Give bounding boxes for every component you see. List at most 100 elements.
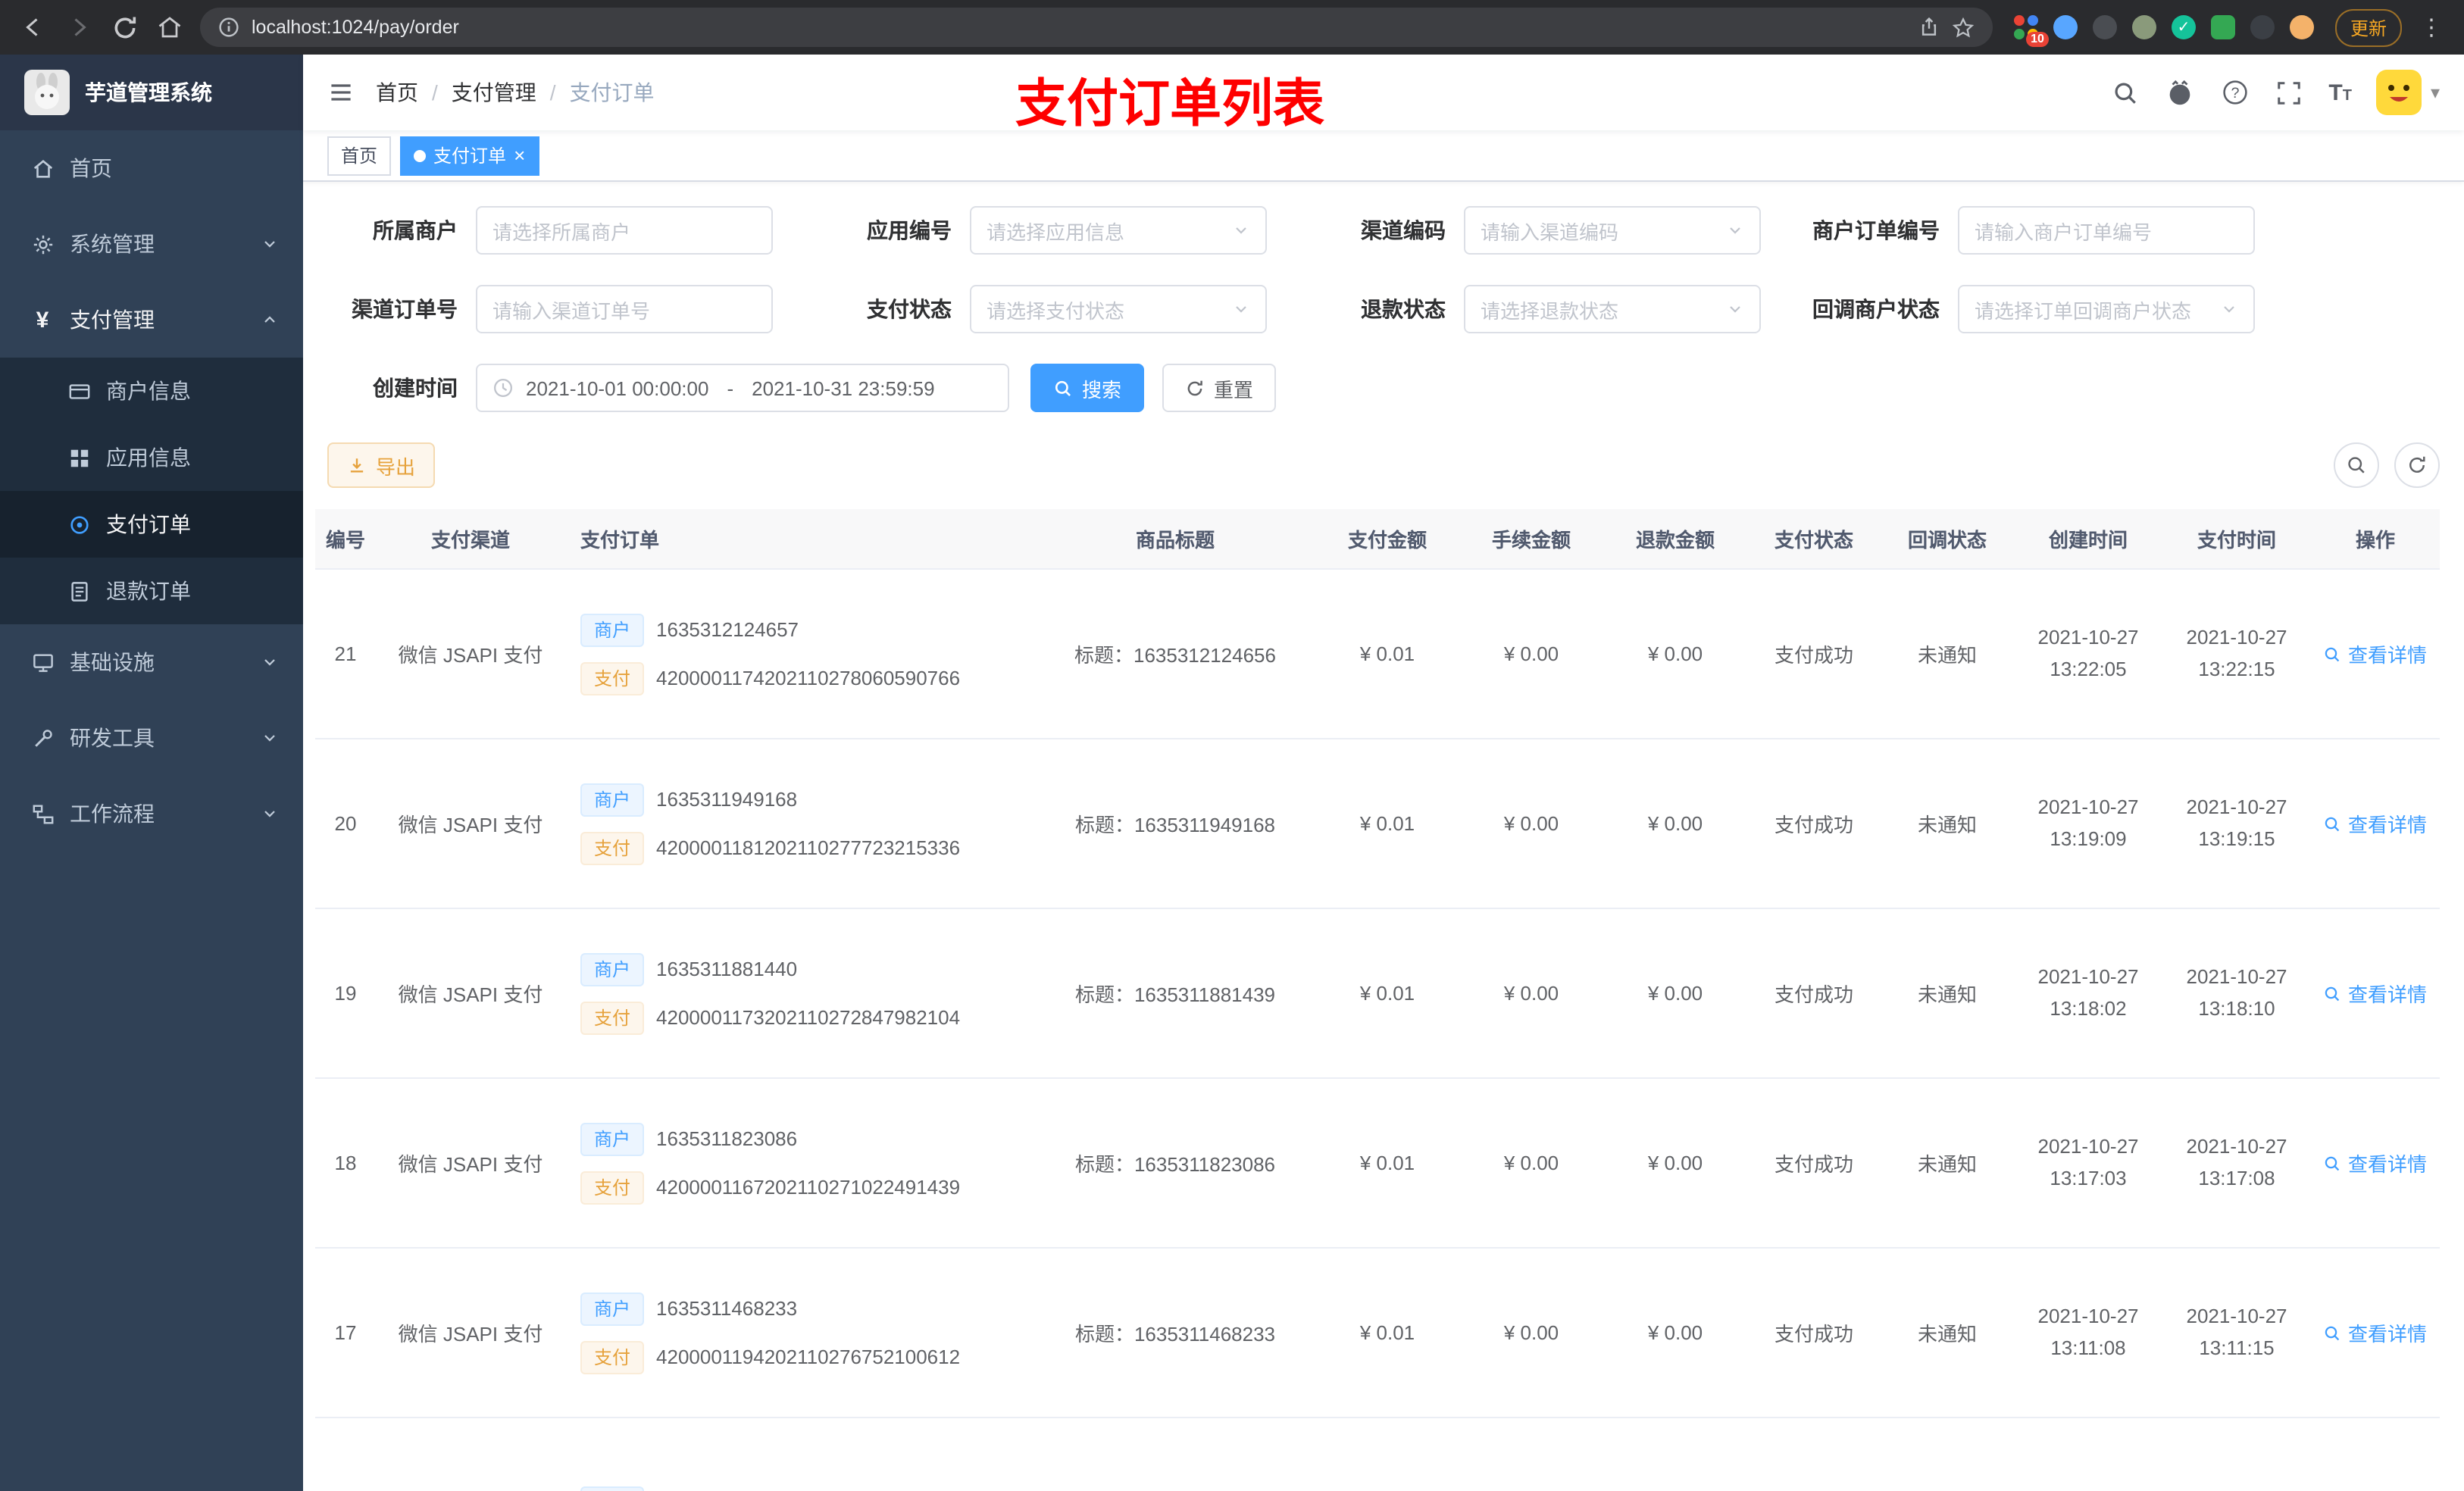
extension-olive-icon[interactable] — [2131, 15, 2156, 39]
view-detail-link[interactable]: 查看详情 — [2324, 1149, 2427, 1177]
create-time-range-input[interactable]: 2021-10-01 00:00:00 - 2021-10-31 23:59:5… — [476, 364, 1009, 412]
tab-home[interactable]: 首页 — [327, 136, 392, 175]
sidebar-item-app-info[interactable]: 应用信息 — [0, 424, 303, 491]
toolbar-right — [2334, 442, 2440, 488]
tab-pay-order[interactable]: 支付订单 × — [400, 136, 539, 175]
merchant-tag: 商户 — [580, 1292, 645, 1325]
sidebar-item-refund-order[interactable]: 退款订单 — [0, 558, 303, 624]
breadcrumb-home[interactable]: 首页 — [376, 77, 418, 108]
channel-order-no-input[interactable]: 请输入渠道订单号 — [476, 285, 773, 333]
sidebar-item-infra[interactable]: 基础设施 — [0, 624, 303, 700]
sidebar-toggle-icon[interactable] — [327, 79, 355, 106]
browser-update-button[interactable]: 更新 — [2334, 8, 2402, 46]
extension-check-icon[interactable]: ✓ — [2171, 15, 2196, 39]
pay-tag: 支付 — [580, 1340, 645, 1374]
search-icon[interactable] — [2110, 77, 2140, 108]
screen: localhost:1024/pay/order 10 ✓ 更新 ⋮ 芋道管理系… — [0, 0, 2464, 1491]
sidebar-item-merchant-info[interactable]: 商户信息 — [0, 358, 303, 424]
user-menu[interactable]: ▾ — [2375, 70, 2440, 115]
table-row-partial: 商户 — [315, 1418, 2440, 1491]
extension-avatar-icon[interactable] — [2289, 15, 2314, 39]
view-detail-link[interactable]: 查看详情 — [2324, 809, 2427, 838]
filter-merchant-order-no: 商户订单编号 请输入商户订单编号 — [1809, 206, 2255, 255]
document-icon — [67, 579, 91, 603]
help-icon[interactable]: ? — [2219, 77, 2250, 108]
sidebar-item-home[interactable]: 首页 — [0, 130, 303, 206]
sidebar: 芋道管理系统 首页 系统管理 ¥ 支付管理 商户信息 应用信息 支付订单 退款订… — [0, 55, 303, 1491]
app-logo[interactable]: 芋道管理系统 — [0, 55, 303, 130]
tags-view: 首页 支付订单 × — [303, 130, 2464, 182]
table-row: 21 微信 JSAPI 支付 商户 1635312124657 支付 4200001… — [315, 570, 2440, 739]
chevron-down-icon — [2220, 300, 2238, 318]
filter-row-2: 渠道订单号 请输入渠道订单号 支付状态 请选择支付状态 退款状态 请选择退款状态… — [327, 285, 2440, 333]
chevron-down-icon — [261, 653, 279, 671]
pay-tag: 支付 — [580, 661, 645, 695]
channel-code-select[interactable]: 请输入渠道编码 — [1464, 206, 1761, 255]
fullscreen-icon[interactable] — [2274, 77, 2304, 108]
merchant-tag: 商户 — [580, 952, 645, 986]
reload-icon[interactable] — [109, 12, 139, 42]
table-toolbar: 导出 — [327, 442, 2440, 488]
chevron-down-icon — [1726, 300, 1744, 318]
pay-tag: 支付 — [580, 1001, 645, 1034]
chevron-down-icon — [261, 805, 279, 823]
monitor-icon — [30, 650, 55, 674]
filter-merchant: 所属商户 请选择所属商户 — [327, 206, 773, 255]
page-content: 所属商户 请选择所属商户 应用编号 请选择应用信息 渠道编码 请输入渠道编码 商… — [303, 182, 2464, 1491]
browser-menu-icon[interactable]: ⋮ — [2417, 14, 2446, 41]
active-dot — [414, 149, 427, 161]
merchant-tag: 商户 — [580, 1486, 645, 1491]
sidebar-item-workflow[interactable]: 工作流程 — [0, 776, 303, 852]
extensions-area: 10 ✓ — [2013, 15, 2314, 47]
notify-status-select[interactable]: 请选择订单回调商户状态 — [1958, 285, 2255, 333]
refund-status-select[interactable]: 请选择退款状态 — [1464, 285, 1761, 333]
filter-channel-order-no: 渠道订单号 请输入渠道订单号 — [327, 285, 773, 333]
start-date[interactable]: 2021-10-01 00:00:00 — [526, 377, 708, 399]
view-detail-link[interactable]: 查看详情 — [2324, 979, 2427, 1008]
pay-order-table: 编号 支付渠道 支付订单 商品标题 支付金额 手续金额 退款金额 支付状态 回调… — [315, 509, 2440, 1491]
app-shell: 芋道管理系统 首页 系统管理 ¥ 支付管理 商户信息 应用信息 支付订单 退款订… — [0, 55, 2464, 1491]
sidebar-item-system[interactable]: 系统管理 — [0, 206, 303, 282]
toggle-search-button[interactable] — [2334, 442, 2379, 488]
sidebar-item-devtools[interactable]: 研发工具 — [0, 700, 303, 776]
url-text[interactable]: localhost:1024/pay/order — [252, 17, 1906, 38]
filter-refund-status: 退款状态 请选择退款状态 — [1315, 285, 1761, 333]
caret-down-icon: ▾ — [2430, 82, 2440, 103]
view-detail-link[interactable]: 查看详情 — [2324, 639, 2427, 668]
export-button[interactable]: 导出 — [327, 442, 436, 488]
view-detail-link[interactable]: 查看详情 — [2324, 1318, 2427, 1347]
chevron-down-icon — [1232, 221, 1250, 239]
extension-dark-icon[interactable] — [2250, 15, 2275, 39]
pay-tag: 支付 — [580, 1171, 645, 1204]
extension-blue-icon[interactable] — [2053, 15, 2078, 39]
home-icon[interactable] — [155, 12, 185, 42]
refresh-button[interactable] — [2394, 442, 2440, 488]
site-info-icon[interactable] — [218, 17, 239, 38]
extension-colordots-icon[interactable]: 10 — [2013, 15, 2049, 47]
extension-gray-icon[interactable] — [2092, 15, 2117, 39]
browser-chrome: localhost:1024/pay/order 10 ✓ 更新 ⋮ — [0, 0, 2464, 55]
github-icon[interactable] — [2165, 77, 2195, 108]
app-select[interactable]: 请选择应用信息 — [970, 206, 1267, 255]
back-icon[interactable] — [18, 12, 48, 42]
sidebar-item-pay-order[interactable]: 支付订单 — [0, 491, 303, 558]
reset-button[interactable]: 重置 — [1162, 364, 1277, 412]
filter-create-time: 创建时间 2021-10-01 00:00:00 - 2021-10-31 23… — [327, 364, 1009, 412]
yen-icon: ¥ — [36, 307, 49, 333]
close-icon[interactable]: × — [514, 145, 525, 165]
address-bar[interactable]: localhost:1024/pay/order — [200, 8, 1993, 47]
merchant-input[interactable]: 请选择所属商户 — [476, 206, 773, 255]
logo-avatar — [24, 70, 70, 115]
merchant-order-no-input[interactable]: 请输入商户订单编号 — [1958, 206, 2255, 255]
search-button[interactable]: 搜索 — [1030, 364, 1145, 412]
breadcrumb-payment[interactable]: 支付管理 — [452, 77, 536, 108]
table-header: 编号 支付渠道 支付订单 商品标题 支付金额 手续金额 退款金额 支付状态 回调… — [315, 509, 2440, 570]
font-size-icon[interactable]: TT — [2328, 80, 2352, 105]
end-date[interactable]: 2021-10-31 23:59:59 — [752, 377, 934, 399]
sidebar-item-payment[interactable]: ¥ 支付管理 — [0, 282, 303, 358]
bookmark-star-icon[interactable] — [1952, 16, 1975, 39]
share-icon[interactable] — [1918, 17, 1940, 38]
table-row: 20 微信 JSAPI 支付 商户 1635311949168 支付 4200001… — [315, 739, 2440, 909]
pay-status-select[interactable]: 请选择支付状态 — [970, 285, 1267, 333]
extension-green-icon[interactable] — [2210, 15, 2235, 39]
